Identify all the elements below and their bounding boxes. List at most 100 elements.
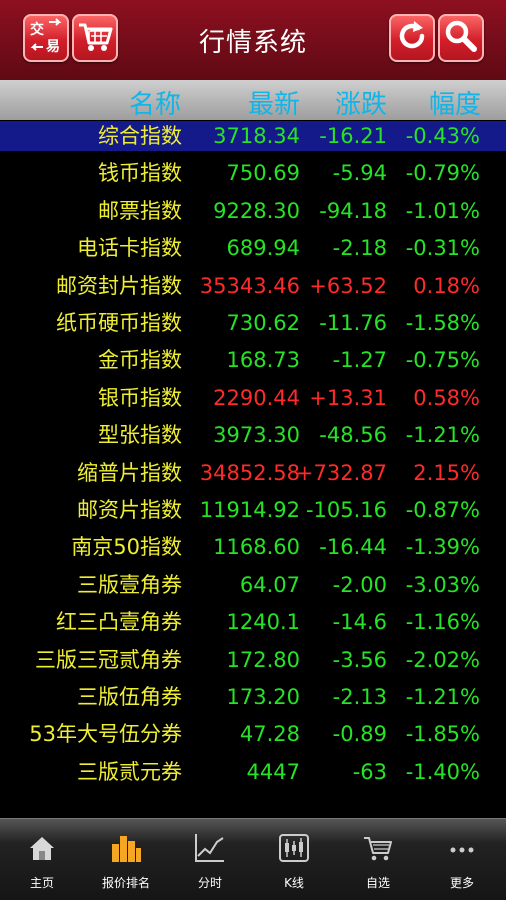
tab-label: 分时 — [197, 876, 222, 890]
quote-row[interactable]: 邮资片指数 11914.92 -105.16 -0.87% — [0, 492, 506, 529]
refresh-button[interactable] — [389, 14, 435, 62]
column-header: 名称 最新 涨跌 幅度 — [0, 80, 506, 120]
row-change: -0.89 — [332, 722, 387, 747]
row-name: 缩普片指数 — [77, 460, 182, 485]
tab-bar: 主页 报价排名 分时 K线 自选 更多 — [0, 818, 506, 900]
quote-row[interactable]: 红三凸壹角券 1240.1 -14.6 -1.16% — [0, 604, 506, 641]
refresh-icon — [393, 17, 431, 59]
row-latest: 47.28 — [239, 722, 300, 747]
tab-label: K线 — [284, 876, 304, 890]
quote-row[interactable]: 银币指数 2290.44 +13.31 0.58% — [0, 380, 506, 417]
row-latest: 173.20 — [226, 685, 300, 709]
row-change: -2.18 — [332, 236, 387, 261]
row-percent: 0.58% — [413, 385, 480, 410]
row-change: -11.76 — [319, 311, 387, 335]
row-name: 银币指数 — [98, 385, 182, 410]
column-change[interactable]: 涨跌 — [335, 84, 387, 121]
row-change: -48.56 — [319, 423, 387, 448]
quote-row[interactable]: 三版伍角券 173.20 -2.13 -1.21% — [0, 679, 506, 716]
row-latest: 1168.60 — [213, 535, 300, 560]
row-name: 53年大号伍分券 — [29, 722, 182, 747]
column-percent[interactable]: 幅度 — [429, 84, 481, 121]
candlestick-icon — [277, 831, 311, 865]
quote-row[interactable]: 三版贰元券 4447 -63 -1.40% — [0, 754, 506, 791]
row-latest: 2290.44 — [213, 385, 300, 410]
quote-row[interactable]: 三版三冠贰角券 172.80 -3.56 -2.02% — [0, 642, 506, 679]
tab-kline[interactable]: K线 — [252, 819, 336, 900]
row-percent: -2.02% — [405, 647, 480, 672]
row-percent: -0.31% — [405, 236, 480, 261]
row-percent: -1.39% — [405, 535, 480, 560]
row-latest: 172.80 — [226, 647, 300, 672]
quote-row[interactable]: 南京50指数 1168.60 -16.44 -1.39% — [0, 529, 506, 566]
row-percent: -0.87% — [405, 498, 480, 522]
row-change: -105.16 — [305, 498, 387, 522]
tab-ranking[interactable]: 报价排名 — [84, 819, 168, 900]
row-change: -63 — [352, 759, 387, 784]
quote-row[interactable]: 邮票指数 9228.30 -94.18 -1.01% — [0, 193, 506, 230]
row-latest: 3973.30 — [213, 423, 300, 448]
quote-row[interactable]: 综合指数 3718.34 -16.21 -0.43% — [0, 118, 506, 155]
quote-row[interactable]: 钱币指数 750.69 -5.94 -0.79% — [0, 155, 506, 192]
quote-row[interactable]: 53年大号伍分券 47.28 -0.89 -1.85% — [0, 716, 506, 753]
quote-row[interactable]: 三版壹角券 64.07 -2.00 -3.03% — [0, 567, 506, 604]
row-percent: -1.58% — [405, 311, 480, 335]
row-name: 三版壹角券 — [77, 572, 182, 597]
row-change: +732.87 — [295, 460, 387, 485]
row-percent: -1.40% — [405, 759, 480, 784]
row-name: 钱币指数 — [98, 161, 182, 186]
quote-row[interactable]: 缩普片指数 34852.58 +732.87 2.15% — [0, 455, 506, 492]
quote-row[interactable]: 金币指数 168.73 -1.27 -0.75% — [0, 342, 506, 379]
row-percent: -1.16% — [405, 610, 480, 635]
row-change: -2.13 — [332, 685, 387, 709]
row-name: 电话卡指数 — [77, 236, 182, 261]
row-percent: 2.15% — [413, 460, 480, 485]
row-percent: -0.43% — [405, 124, 480, 148]
row-latest: 64.07 — [239, 572, 300, 597]
tab-intraday[interactable]: 分时 — [168, 819, 252, 900]
quote-row[interactable]: 邮资封片指数 35343.46 +63.52 0.18% — [0, 268, 506, 305]
row-latest: 689.94 — [226, 236, 300, 261]
row-change: -5.94 — [332, 161, 387, 186]
row-percent: -1.21% — [405, 423, 480, 448]
row-percent: -1.01% — [405, 198, 480, 223]
row-change: -14.6 — [332, 610, 387, 635]
row-change: -3.56 — [332, 647, 387, 672]
home-icon — [25, 831, 59, 865]
row-name: 南京50指数 — [71, 535, 182, 560]
row-change: -16.44 — [319, 535, 387, 560]
quote-row[interactable]: 纸币硬币指数 730.62 -11.76 -1.58% — [0, 305, 506, 342]
search-button[interactable] — [438, 14, 484, 62]
more-icon — [445, 831, 479, 865]
tab-label: 更多 — [449, 876, 474, 890]
quote-row[interactable]: 电话卡指数 689.94 -2.18 -0.31% — [0, 230, 506, 267]
bar-chart-icon — [109, 831, 143, 865]
line-chart-icon — [193, 831, 227, 865]
row-change: +13.31 — [309, 385, 387, 410]
row-latest: 4447 — [246, 759, 300, 784]
row-name: 邮资片指数 — [77, 498, 182, 522]
row-change: -2.00 — [332, 572, 387, 597]
column-name[interactable]: 名称 — [129, 84, 181, 121]
row-latest: 750.69 — [226, 161, 300, 186]
tab-label: 报价排名 — [101, 876, 150, 890]
row-name: 三版贰元券 — [77, 759, 182, 784]
top-bar: 交 易 行情系统 — [0, 0, 506, 81]
search-icon — [442, 17, 480, 59]
row-latest: 3718.34 — [213, 124, 300, 148]
column-latest[interactable]: 最新 — [248, 84, 300, 121]
tab-watchlist[interactable]: 自选 — [336, 819, 420, 900]
tab-label: 主页 — [29, 876, 54, 890]
row-latest: 730.62 — [226, 311, 300, 335]
row-latest: 9228.30 — [213, 198, 300, 223]
tab-home[interactable]: 主页 — [0, 819, 84, 900]
row-name: 三版伍角券 — [77, 685, 182, 709]
row-percent: -0.75% — [405, 348, 480, 373]
row-name: 金币指数 — [98, 348, 182, 373]
row-name: 邮资封片指数 — [56, 273, 182, 298]
row-change: -94.18 — [319, 198, 387, 223]
row-latest: 1240.1 — [226, 610, 300, 635]
quote-row[interactable]: 型张指数 3973.30 -48.56 -1.21% — [0, 417, 506, 454]
tab-more[interactable]: 更多 — [420, 819, 504, 900]
row-name: 纸币硬币指数 — [56, 311, 182, 335]
